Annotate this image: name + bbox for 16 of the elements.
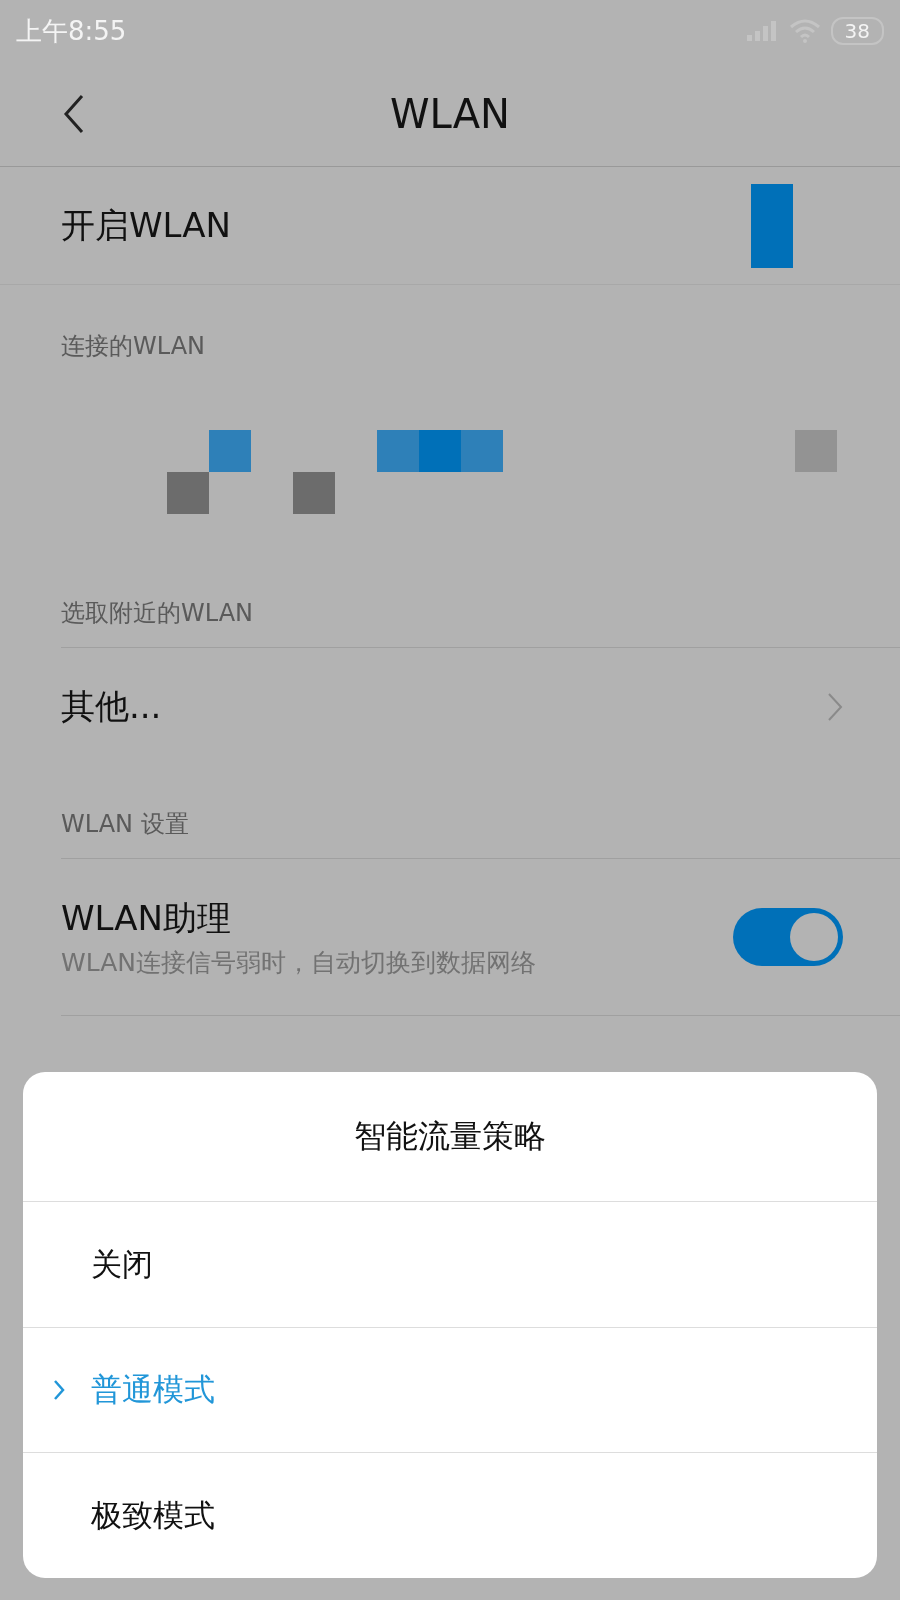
dialog-title: 智能流量策略 [23, 1072, 877, 1203]
back-icon[interactable] [62, 94, 86, 134]
option-item[interactable]: 极致模式 [23, 1453, 877, 1578]
section-heading: WLAN 设置 [61, 809, 190, 840]
chevron-right-icon [827, 691, 843, 722]
setting-label: WLAN助理 [61, 896, 233, 940]
setting-label: 开启WLAN [61, 203, 232, 247]
section-heading: 连接的WLAN [61, 331, 207, 362]
setting-description: WLAN连接信号弱时，自动切换到数据网络 [61, 946, 537, 979]
option-item[interactable]: 关闭 [23, 1202, 877, 1328]
section-heading: 选取附近的WLAN [61, 598, 255, 629]
toggle-switch[interactable] [733, 908, 843, 966]
page-title: WLAN [389, 91, 510, 137]
battery-level: 38 [830, 17, 884, 45]
chevron-right-icon [53, 1379, 65, 1402]
status-time: 上午8:55 [16, 14, 127, 48]
